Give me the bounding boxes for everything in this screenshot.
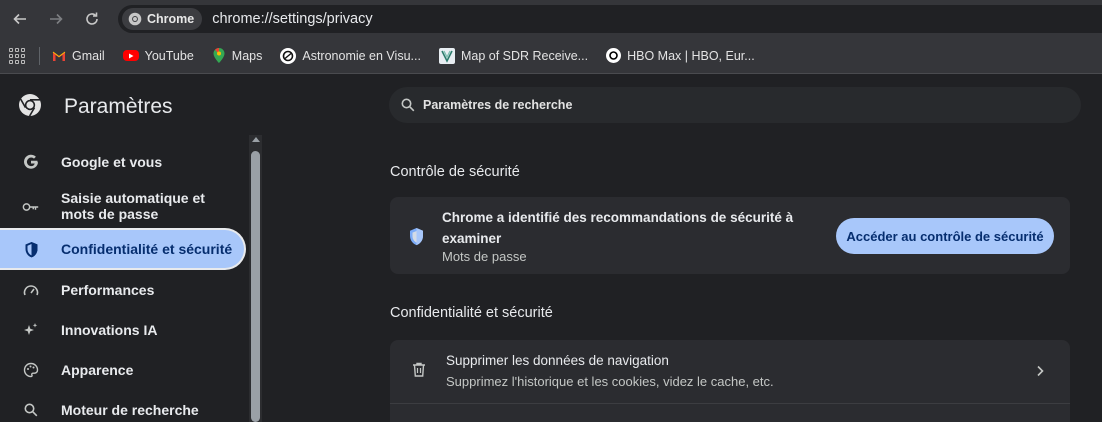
sdr-map-icon	[438, 47, 455, 64]
scroll-up-arrow-icon[interactable]	[252, 137, 260, 142]
trash-icon	[412, 362, 426, 382]
safety-check-subtitle: Mots de passe	[442, 249, 527, 264]
forward-button[interactable]	[44, 7, 68, 31]
sidebar-item-label: Saisie automatique et mots de passe	[61, 190, 205, 222]
page-title: Paramètres	[64, 95, 173, 118]
sidebar-item-ai[interactable]: Innovations IA	[0, 318, 246, 342]
astronomie-icon	[280, 47, 297, 64]
privacy-card: Supprimer les données de navigation Supp…	[390, 340, 1070, 422]
site-info-label: Chrome	[147, 12, 195, 26]
privacy-section-heading: Confidentialité et sécurité	[390, 305, 553, 321]
settings-sidebar: Paramètres Google et vous Saisie automat…	[0, 75, 262, 422]
bookmark-youtube[interactable]: YouTube	[122, 48, 194, 63]
row-divider	[390, 403, 1070, 404]
apps-grid-icon[interactable]	[9, 47, 25, 64]
settings-search-input[interactable]: Paramètres de recherche	[389, 87, 1081, 123]
browser-toolbar: Chrome chrome://settings/privacy	[0, 0, 1102, 38]
sidebar-item-label: Confidentialité et sécurité	[61, 241, 233, 257]
bookmark-label: Maps	[231, 48, 263, 63]
bookmarks-separator	[39, 46, 40, 65]
sidebar-item-autofill[interactable]: Saisie automatique et mots de passe	[0, 187, 246, 227]
bookmark-astronomie[interactable]: Astronomie en Visu...	[280, 47, 421, 64]
safety-check-heading: Contrôle de sécurité	[390, 164, 520, 180]
reload-icon	[86, 12, 98, 25]
sidebar-item-search-engine[interactable]: Moteur de recherche	[0, 398, 246, 422]
maps-icon	[212, 48, 226, 63]
gmail-icon	[52, 49, 66, 63]
bookmark-label: Gmail	[72, 48, 105, 63]
safety-check-title: Chrome a identifié des recommandations d…	[442, 210, 794, 246]
bookmarks-bar: Gmail YouTube Maps Astronomie en Visu...…	[0, 38, 1102, 74]
bookmark-label: Map of SDR Receive...	[460, 48, 589, 63]
search-icon	[399, 96, 417, 114]
bookmark-label: Astronomie en Visu...	[302, 48, 421, 63]
bookmark-label: HBO Max | HBO, Eur...	[627, 48, 755, 63]
sparkle-icon	[22, 321, 40, 339]
chevron-right-icon	[1036, 364, 1044, 382]
bookmark-hbo[interactable]: HBO Max | HBO, Eur...	[606, 48, 755, 63]
palette-icon	[22, 361, 40, 379]
clear-browsing-data-row[interactable]: Supprimer les données de navigation Supp…	[390, 340, 1070, 403]
youtube-icon	[122, 50, 139, 61]
sidebar-scroll-thumb[interactable]	[251, 151, 260, 422]
row-subtitle: Supprimez l'historique et les cookies, v…	[446, 374, 774, 389]
sidebar-item-privacy[interactable]: Confidentialité et sécurité	[0, 228, 246, 270]
bookmark-label: YouTube	[144, 48, 194, 63]
bookmark-gmail[interactable]: Gmail	[52, 49, 105, 63]
back-button[interactable]	[8, 7, 32, 31]
url-text[interactable]: chrome://settings/privacy	[212, 11, 372, 27]
key-icon	[22, 198, 40, 216]
search-placeholder: Paramètres de recherche	[423, 98, 573, 112]
sidebar-item-label: Performances	[61, 282, 155, 298]
arrow-right-icon	[50, 13, 63, 25]
chrome-logo-icon	[18, 93, 42, 117]
chrome-logo-icon	[128, 12, 142, 26]
sidebar-item-label: Moteur de recherche	[61, 402, 199, 418]
hbo-icon	[606, 48, 622, 63]
arrow-left-icon	[13, 13, 26, 25]
sidebar-item-appearance[interactable]: Apparence	[0, 358, 246, 382]
row-title: Supprimer les données de navigation	[446, 353, 669, 368]
shield-check-icon	[408, 227, 425, 251]
address-bar[interactable]: Chrome chrome://settings/privacy	[118, 5, 1102, 33]
bookmark-maps[interactable]: Maps	[212, 48, 263, 63]
sidebar-item-label: Innovations IA	[61, 322, 158, 338]
google-g-icon	[22, 153, 40, 171]
safety-check-card: Chrome a identifié des recommandations d…	[390, 197, 1070, 274]
bookmark-sdr-map[interactable]: Map of SDR Receive...	[438, 47, 589, 64]
sidebar-item-label: Apparence	[61, 362, 134, 378]
sidebar-item-google[interactable]: Google et vous	[0, 150, 246, 174]
search-icon	[22, 401, 40, 419]
reload-button[interactable]	[80, 7, 104, 31]
sidebar-item-label: Google et vous	[61, 154, 163, 170]
sidebar-item-performance[interactable]: Performances	[0, 278, 246, 302]
shield-icon	[22, 240, 40, 258]
speedometer-icon	[22, 281, 40, 299]
site-info-chip[interactable]: Chrome	[122, 8, 203, 30]
go-to-safety-check-button[interactable]: Accéder au contrôle de sécurité	[836, 218, 1054, 254]
